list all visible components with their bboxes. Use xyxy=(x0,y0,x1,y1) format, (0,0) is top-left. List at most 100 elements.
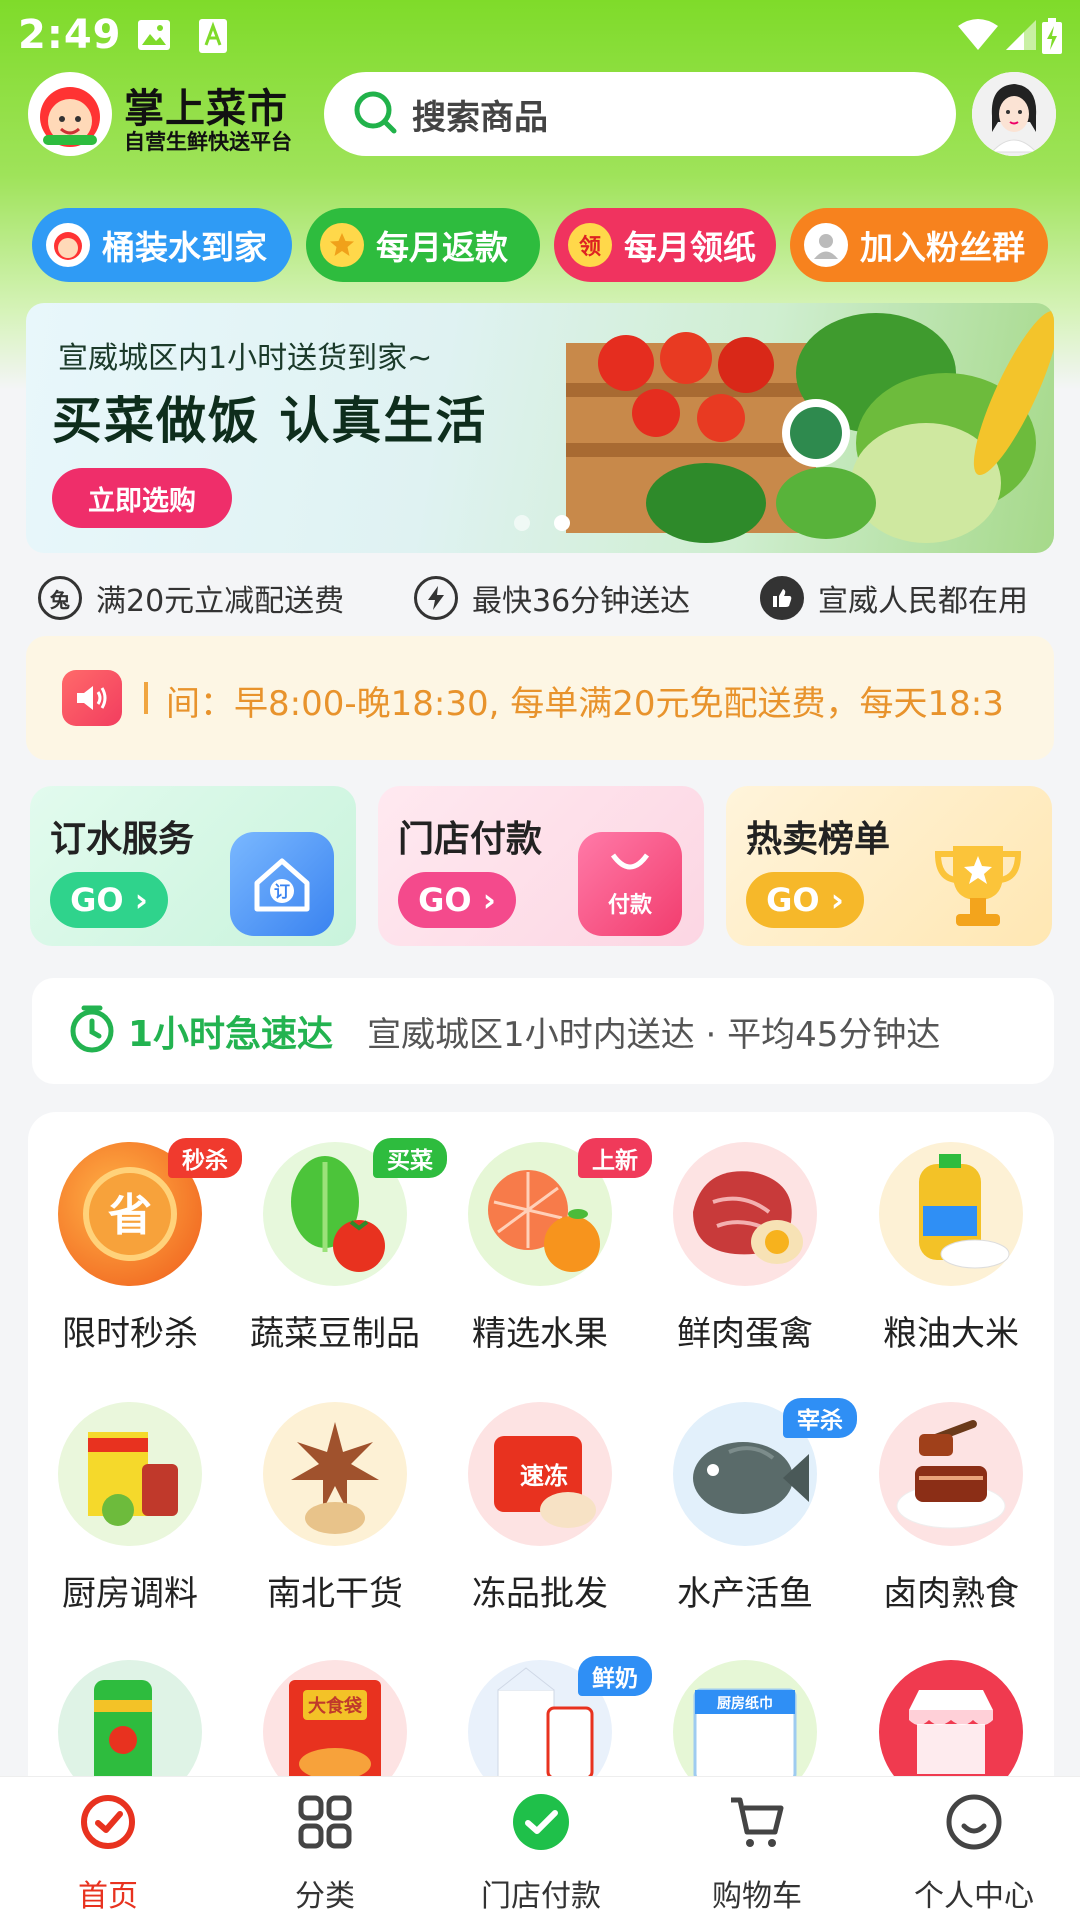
category-grain-oil[interactable]: 粮油大米 xyxy=(866,1142,1036,1355)
svg-text:厨房纸巾: 厨房纸巾 xyxy=(717,1695,773,1712)
status-bar: 2:49 xyxy=(0,0,1080,70)
pill-bottled-water[interactable]: 桶装水到家 xyxy=(32,208,292,282)
go-button[interactable]: GO › xyxy=(746,872,864,928)
card-title: 热卖榜单 xyxy=(746,819,891,860)
shopping-bag-pay-icon: 付款 xyxy=(578,832,682,936)
search-bar[interactable]: 搜索商品 xyxy=(324,72,956,156)
carousel-dot[interactable] xyxy=(514,515,530,531)
tab-label: 个人中心 xyxy=(914,1879,1034,1914)
tab-label: 分类 xyxy=(295,1879,355,1914)
pill-label: 每月返款 xyxy=(376,228,508,267)
card-store-payment[interactable]: 门店付款 GO › 付款 xyxy=(378,786,704,946)
tab-home[interactable]: 首页 xyxy=(28,1791,188,1915)
category-label: 南北干货 xyxy=(267,1574,403,1614)
notice-text: 间：早8:00-晚18:30, 每单满20元免配送费，每天18:3 xyxy=(166,684,1004,724)
card-title: 订水服务 xyxy=(50,819,195,860)
tab-label: 门店付款 xyxy=(481,1879,601,1914)
pay-icon-label: 付款 xyxy=(607,893,652,918)
go-button[interactable]: GO › xyxy=(50,872,168,928)
smile-face-icon xyxy=(943,1791,1005,1853)
svg-text:订: 订 xyxy=(274,882,290,901)
badge: 宰杀 xyxy=(783,1398,857,1438)
category-live-fish[interactable]: 宰杀 水产活鱼 xyxy=(660,1398,857,1615)
express-desc: 宣威城区1小时内送达 · 平均45分钟达 xyxy=(367,1014,941,1055)
cart-icon xyxy=(726,1791,788,1853)
pill-label: 加入粉丝群 xyxy=(860,228,1025,267)
category-dried-goods[interactable]: 南北干货 xyxy=(250,1402,420,1615)
wifi-icon xyxy=(958,18,998,56)
badge: 上新 xyxy=(578,1138,652,1178)
pill-label: 桶装水到家 xyxy=(102,228,267,267)
feature-popular: 宣威人民都在用 xyxy=(760,572,1028,624)
card-water-service[interactable]: 订水服务 GO › 订 xyxy=(30,786,356,946)
go-button[interactable]: GO › xyxy=(398,872,516,928)
oil-rice-icon xyxy=(879,1142,1023,1286)
card-best-sellers[interactable]: 热卖榜单 GO › xyxy=(726,786,1052,946)
express-delivery-bar[interactable]: 1小时急速达 宣威城区1小时内送达 · 平均45分钟达 xyxy=(32,978,1054,1084)
search-placeholder: 搜索商品 xyxy=(412,97,548,138)
wechat-pay-icon xyxy=(510,1791,572,1853)
announcement-bar[interactable]: 间：早8:00-晚18:30, 每单满20元免配送费，每天18:3 xyxy=(26,636,1054,760)
category-label: 卤肉熟食 xyxy=(883,1574,1019,1614)
category-frozen[interactable]: 速冻 冻品批发 xyxy=(455,1402,625,1615)
bottom-tab-bar: 首页 分类 门店付款 购物车 个人中心 xyxy=(0,1776,1080,1920)
pill-monthly-refund[interactable]: 每月返款 xyxy=(306,208,540,282)
pill-label: 每月领纸 xyxy=(624,228,756,267)
shop-now-button[interactable]: 立即选购 xyxy=(52,468,232,528)
image-notification-icon xyxy=(136,18,172,56)
tab-profile[interactable]: 个人中心 xyxy=(894,1791,1054,1915)
claim-coupon-icon: 领 xyxy=(568,223,612,267)
font-notification-icon xyxy=(198,18,228,58)
notice-divider xyxy=(144,682,148,714)
svg-text:速冻: 速冻 xyxy=(520,1462,568,1490)
mascot-logo-icon xyxy=(28,72,112,156)
fruits-icon: 上新 xyxy=(468,1138,652,1286)
tab-store-payment[interactable]: 门店付款 xyxy=(461,1791,621,1915)
feature-label: 满20元立减配送费 xyxy=(96,584,345,619)
coin-star-icon xyxy=(320,223,364,267)
flash-sale-icon: 省 秒杀 xyxy=(58,1138,242,1286)
feature-fast-delivery: 最快36分钟送达 xyxy=(414,572,690,624)
banner-title: 买菜做饭 认真生活 xyxy=(52,392,488,450)
category-label: 蔬菜豆制品 xyxy=(250,1314,420,1354)
category-flash-sale[interactable]: 省 秒杀 限时秒杀 xyxy=(45,1138,242,1355)
pill-monthly-paper[interactable]: 领 每月领纸 xyxy=(554,208,776,282)
category-label: 冻品批发 xyxy=(472,1574,608,1614)
carousel-dot-active[interactable] xyxy=(554,515,570,531)
promo-banner[interactable]: 宣威城区内1小时送货到家~ 买菜做饭 认真生活 立即选购 xyxy=(26,303,1054,553)
express-title: 1小时急速达 xyxy=(128,1014,334,1055)
banner-subtitle: 宣威城区内1小时送货到家~ xyxy=(58,341,433,376)
category-label: 水产活鱼 xyxy=(677,1574,813,1614)
tab-label: 购物车 xyxy=(712,1879,802,1914)
category-braised-meat[interactable]: 卤肉熟食 xyxy=(866,1402,1036,1615)
thumbs-up-icon xyxy=(760,576,804,620)
house-order-icon: 订 xyxy=(230,832,334,936)
vegetables-illustration xyxy=(566,310,1054,543)
feature-label: 最快36分钟送达 xyxy=(472,584,691,619)
trophy-icon xyxy=(926,832,1030,936)
battery-icon xyxy=(1040,18,1064,60)
pill-join-fan-group[interactable]: 加入粉丝群 xyxy=(790,208,1048,282)
speaker-icon xyxy=(62,670,122,726)
user-avatar[interactable] xyxy=(972,72,1056,156)
signal-icon xyxy=(1004,18,1038,56)
category-vegetables[interactable]: 买菜 蔬菜豆制品 xyxy=(250,1138,447,1355)
category-condiments[interactable]: 厨房调料 xyxy=(45,1402,215,1615)
badge: 买菜 xyxy=(373,1138,447,1178)
water-mascot-icon xyxy=(46,223,90,267)
dried-goods-icon xyxy=(263,1402,407,1546)
category-fruits[interactable]: 上新 精选水果 xyxy=(455,1138,652,1355)
tab-cart[interactable]: 购物车 xyxy=(677,1791,837,1915)
fish-icon: 宰杀 xyxy=(673,1398,857,1546)
app-logo: 掌上菜市 自营生鲜快送平台 xyxy=(28,72,318,156)
grid-icon xyxy=(294,1791,356,1853)
search-icon xyxy=(352,89,398,139)
free-shipping-icon: 兔 xyxy=(38,576,82,620)
svg-text:省: 省 xyxy=(108,1190,152,1241)
svg-text:大食袋: 大食袋 xyxy=(308,1695,363,1717)
tab-label: 首页 xyxy=(78,1879,138,1914)
status-time: 2:49 xyxy=(18,12,122,58)
category-meat-eggs[interactable]: 鲜肉蛋禽 xyxy=(660,1142,830,1355)
tab-categories[interactable]: 分类 xyxy=(245,1791,405,1915)
person-icon xyxy=(804,223,848,267)
